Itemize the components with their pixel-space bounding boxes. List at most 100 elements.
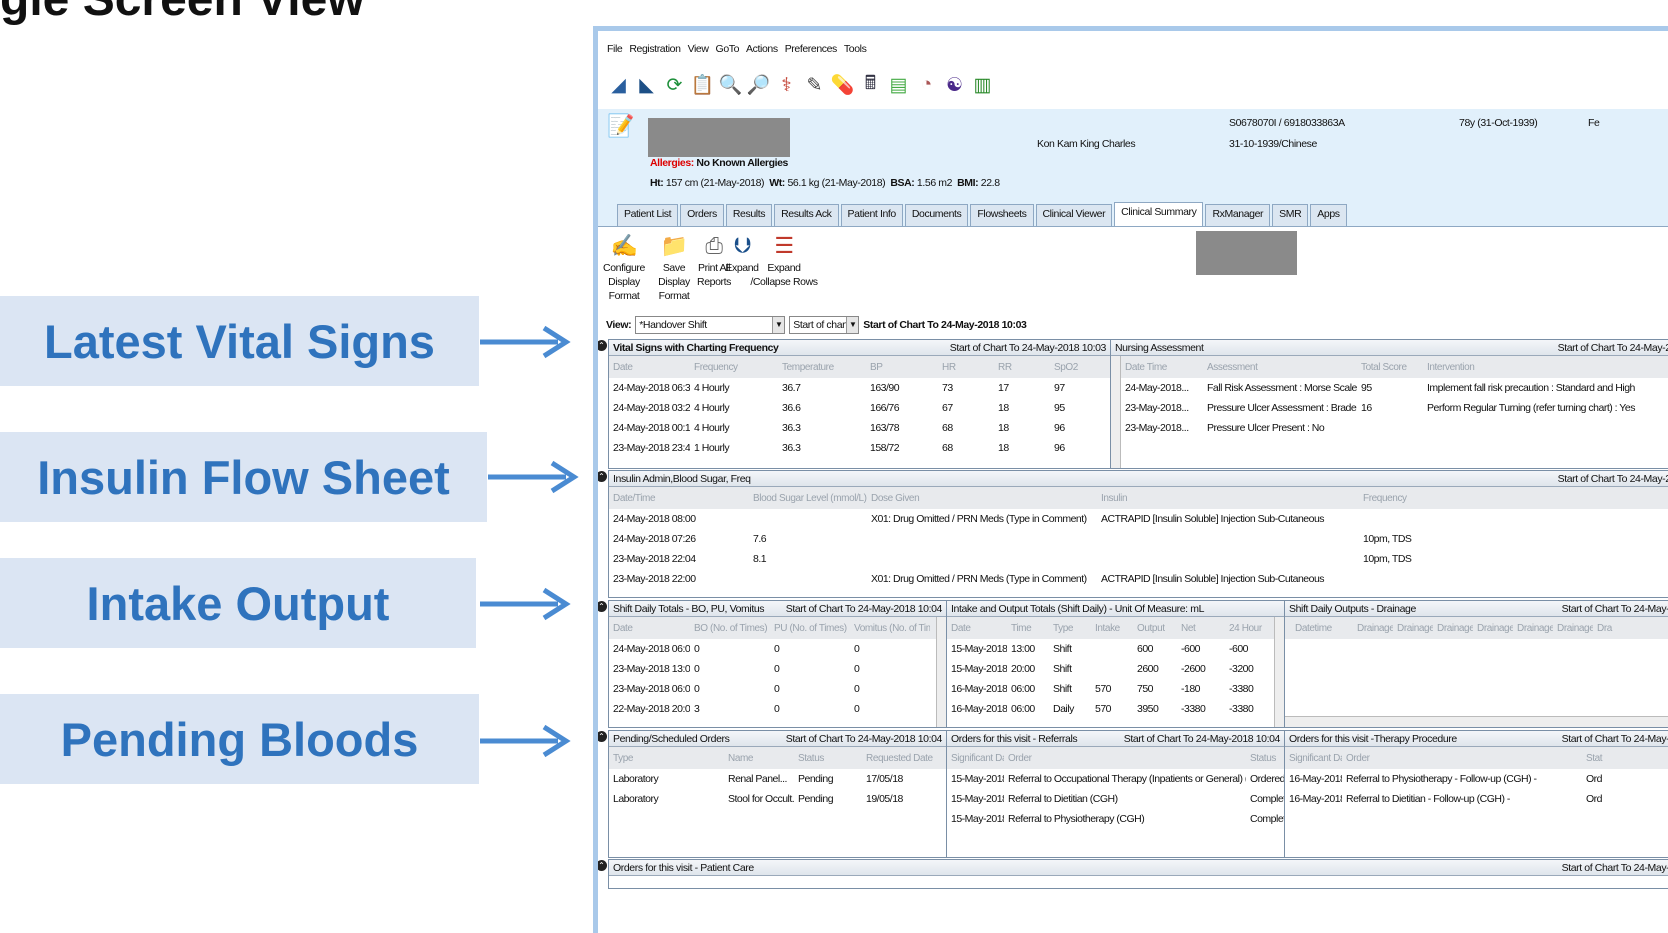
shift-totals-row[interactable]: 22-May-2018 20:00 3 0 0 (609, 699, 946, 719)
col-drainage-d[interactable]: DrainageD (1473, 623, 1513, 634)
shift-totals-row[interactable]: 23-May-2018 06:00 0 0 0 (609, 679, 946, 699)
col-temperature[interactable]: Temperature (778, 362, 866, 373)
vitals-row[interactable]: 23-May-2018 23:43 1 Hourly 36.3 158/72 68 18 9… (609, 438, 1110, 458)
insulin-row[interactable]: 24-May-2018 08:00 X01: Drug Omitted / PRN… (609, 509, 1668, 529)
collapse-patient-care-icon[interactable]: ⌃ (598, 860, 607, 871)
col-24-hour[interactable]: 24 Hour (1225, 623, 1271, 634)
col-pu[interactable]: PU (No. of Times) (770, 623, 850, 634)
col-bp[interactable]: BP (866, 362, 938, 373)
col-intake[interactable]: Intake (1091, 623, 1133, 634)
col-frequency[interactable]: Frequency (690, 362, 778, 373)
col-insulin[interactable]: Insulin (1097, 493, 1359, 504)
col-net[interactable]: Net (1177, 623, 1225, 634)
tab-orders[interactable]: Orders (680, 204, 724, 226)
medication-icon[interactable]: 💊 (830, 70, 855, 100)
tab-smr[interactable]: SMR (1272, 204, 1309, 226)
note-icon[interactable]: ▥ (970, 70, 995, 100)
collapse-intake-output-icon[interactable]: ⌃ (598, 601, 607, 612)
save-display-format-button[interactable]: 📁 Save Display Format (649, 231, 699, 303)
chart-icon[interactable]: ◔ (914, 70, 939, 100)
range-select[interactable]: Start of chart ▼ (789, 316, 860, 334)
tab-rxmanager[interactable]: RxManager (1205, 204, 1271, 226)
vitals-row[interactable]: 24-May-2018 06:37 4 Hourly 36.7 163/90 73 17 9… (609, 378, 1110, 398)
io-totals-scrollbar[interactable] (1274, 617, 1284, 727)
tab-patient-list[interactable]: Patient List (617, 204, 679, 226)
tab-patient-info[interactable]: Patient Info (840, 204, 903, 226)
drainage-hscrollbar[interactable] (1285, 716, 1668, 727)
search-alt-icon[interactable]: 🔎 (746, 70, 771, 100)
col-output[interactable]: Output (1133, 623, 1177, 634)
referral-row[interactable]: 15-May-2018... Referral to Occupational T… (947, 769, 1284, 789)
col-date[interactable]: Date (609, 362, 690, 373)
collapse-vitals-icon[interactable]: ⌃ (598, 340, 607, 351)
col-rr[interactable]: RR (994, 362, 1050, 373)
tab-clinical-viewer[interactable]: Clinical Viewer (1035, 204, 1113, 226)
referral-row[interactable]: 15-May-2018... Referral to Physiotherapy … (947, 809, 1284, 829)
vitals-row[interactable]: 24-May-2018 03:22 4 Hourly 36.6 166/76 67 18 9… (609, 398, 1110, 418)
col-assessment[interactable]: Assessment (1203, 362, 1357, 373)
col-frequency[interactable]: Frequency (1359, 493, 1479, 504)
caduceus-icon[interactable]: ⚕ (774, 70, 799, 100)
menu-actions[interactable]: Actions (746, 43, 778, 59)
edit-icon[interactable]: ✎ (802, 70, 827, 100)
col-requested-date[interactable]: Requested Date (862, 753, 942, 764)
referral-row[interactable]: 15-May-2018... Referral to Dietitian (CGH… (947, 789, 1284, 809)
menu-tools[interactable]: Tools (844, 43, 867, 59)
io-totals-row[interactable]: 15-May-2018 13:00 Shift 600 -600 -600 (947, 639, 1284, 659)
nursing-row[interactable]: 23-May-2018... Pressure Ulcer Present : N… (1121, 418, 1668, 438)
col-significant-date[interactable]: Significant Date (1285, 753, 1342, 764)
view-select[interactable]: *Handover Shift ▼ (635, 316, 786, 334)
menu-goto[interactable]: GoTo (716, 43, 740, 59)
col-date-time[interactable]: Date Time (1121, 362, 1203, 373)
collapse-insulin-icon[interactable]: ⌃ (598, 471, 607, 482)
col-order[interactable]: Order (1004, 753, 1246, 764)
col-drainage-a[interactable]: DrainageA (1353, 623, 1393, 634)
col-date[interactable]: Date (609, 623, 690, 634)
yin-yang-icon[interactable]: ☯ (942, 70, 967, 100)
pending-row[interactable]: Laboratory Stool for Occult... Pending 19/0… (609, 789, 946, 809)
tab-documents[interactable]: Documents (904, 204, 969, 226)
expand-collapse-rows-button[interactable]: ☰ Expand /Collapse Rows (750, 231, 818, 289)
col-status[interactable]: Status (1246, 753, 1284, 764)
menu-registration[interactable]: Registration (629, 43, 681, 59)
form-icon[interactable]: ▤ (886, 70, 911, 100)
col-drainage-g[interactable]: Dra (1593, 623, 1623, 634)
tab-flowsheets[interactable]: Flowsheets (970, 204, 1034, 226)
transfer-icon[interactable]: ◢ (606, 70, 631, 100)
shift-totals-scrollbar[interactable] (936, 617, 946, 727)
configure-display-format-button[interactable]: ✍ Configure Display Format (598, 231, 650, 303)
col-datetime[interactable]: Date/Time (609, 493, 749, 504)
col-significant-date[interactable]: Significant Date (947, 753, 1004, 764)
clipboard-icon[interactable]: 📋 (690, 70, 715, 100)
col-dose-given[interactable]: Dose Given (867, 493, 1097, 504)
col-intervention[interactable]: Intervention (1423, 362, 1668, 373)
refresh-icon[interactable]: ⟳ (662, 70, 687, 100)
menu-view[interactable]: View (688, 43, 709, 59)
col-drainage-e[interactable]: DrainageE (1513, 623, 1553, 634)
menu-preferences[interactable]: Preferences (785, 43, 838, 59)
transfer-alt-icon[interactable]: ◣ (634, 70, 659, 100)
io-totals-row[interactable]: 16-May-2018 06:00 Shift 570 750 -180 -3380 (947, 679, 1284, 699)
col-type[interactable]: Type (1049, 623, 1091, 634)
search-icon[interactable]: 🔍 (718, 70, 743, 100)
tab-results[interactable]: Results (725, 204, 773, 226)
tab-clinical-summary[interactable]: Clinical Summary (1114, 202, 1204, 226)
col-blood-sugar[interactable]: Blood Sugar Level (mmol/L) (749, 493, 867, 504)
nursing-row[interactable]: 24-May-2018... Fall Risk Assessment : Mor… (1121, 378, 1668, 398)
col-drainage-f[interactable]: DrainageF (1553, 623, 1593, 634)
nursing-scrollbar[interactable] (1111, 356, 1121, 468)
col-datetime[interactable]: Datetime (1291, 623, 1353, 634)
col-status[interactable]: Stat (1582, 753, 1612, 764)
insulin-row[interactable]: 23-May-2018 22:00 X01: Drug Omitted / PRN… (609, 569, 1668, 589)
io-totals-row[interactable]: 15-May-2018 20:00 Shift 2600 -2600 -3200 (947, 659, 1284, 679)
col-vomitus[interactable]: Vomitus (No. of Times) (850, 623, 930, 634)
calculator-icon[interactable]: 🖩 (858, 70, 883, 100)
col-status[interactable]: Status (794, 753, 862, 764)
tab-apps[interactable]: Apps (1310, 204, 1347, 226)
col-order[interactable]: Order (1342, 753, 1582, 764)
col-type[interactable]: Type (609, 753, 724, 764)
insulin-row[interactable]: 23-May-2018 22:04 8.1 10pm, TDS (609, 549, 1668, 569)
therapy-row[interactable]: 16-May-2018... Referral to Dietitian - Fo… (1285, 789, 1668, 809)
col-name[interactable]: Name (724, 753, 794, 764)
col-hr[interactable]: HR (938, 362, 994, 373)
